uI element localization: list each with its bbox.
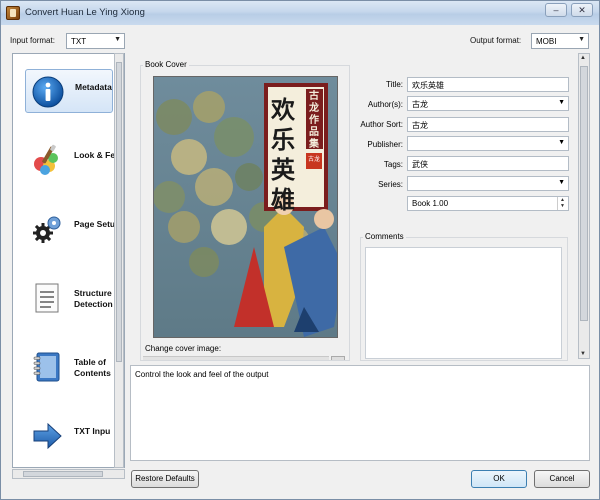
sidebar-item-label-line: Structure (74, 288, 112, 298)
sidebar-item-look-and-feel[interactable]: Look & Fe (25, 138, 116, 182)
author-sort-field[interactable]: 古龙 (407, 117, 569, 132)
title-value: 欢乐英雄 (412, 81, 444, 90)
authors-combo[interactable]: 古龙 ▼ (407, 96, 569, 111)
main-vertical-scrollbar[interactable]: ▲ ▼ (578, 53, 590, 359)
gear-icon (33, 216, 61, 243)
chevron-down-icon: ▼ (558, 99, 565, 106)
sidebar-item-label-line: Table of (74, 357, 106, 367)
series-combo[interactable]: ▼ (407, 176, 569, 191)
tags-label: Tags: (383, 160, 403, 169)
publisher-label: Publisher: (367, 140, 403, 149)
paint-brush-icon (34, 144, 58, 175)
book-cover-title: Book Cover (143, 60, 189, 69)
arrow-right-icon (33, 422, 62, 450)
output-format-label: Output format: (470, 36, 522, 45)
sidebar-horizontal-scrollbar[interactable] (12, 469, 125, 479)
convert-dialog: Convert Huan Le Ying Xiong – ✕ Input for… (0, 0, 600, 500)
close-button[interactable]: ✕ (571, 3, 593, 17)
authors-value: 古龙 (412, 100, 428, 109)
sidebar-item-page-setup[interactable]: Page Setup (25, 207, 120, 251)
sections-sidebar: Metadata Look & Fe Page Setup Structure … (12, 53, 125, 468)
calibre-app-icon (6, 6, 20, 20)
authors-label: Author(s): (367, 100, 403, 109)
scrollbar-thumb[interactable] (580, 66, 588, 321)
book-number-value: Book 1.00 (412, 199, 449, 208)
browse-cover-button[interactable] (331, 356, 345, 360)
comments-editor[interactable] (365, 247, 562, 359)
input-format-select[interactable]: TXT ▼ (66, 33, 125, 49)
spin-down-icon[interactable]: ▼ (560, 203, 565, 209)
sidebar-item-label-line: Detection (74, 299, 113, 309)
chevron-down-icon: ▼ (558, 179, 565, 186)
publisher-combo[interactable]: ▼ (407, 136, 569, 151)
book-number-spinbox[interactable]: Book 1.00 ▲ ▼ (407, 196, 569, 211)
input-format-value: TXT (71, 37, 87, 46)
sidebar-item-txt-input[interactable]: TXT Inpu (25, 414, 113, 458)
notebook-icon (33, 352, 60, 382)
tags-value: 武侠 (412, 160, 428, 169)
tags-field[interactable]: 武侠 (407, 156, 569, 171)
scrollbar-thumb[interactable] (23, 471, 103, 477)
cover-seal: 古龙 (307, 156, 320, 163)
author-sort-value: 古龙 (412, 121, 428, 130)
output-format-select[interactable]: MOBI ▼ (531, 33, 589, 49)
info-icon (32, 76, 64, 108)
sidebar-item-label-line: Contents (74, 368, 111, 378)
scroll-up-icon[interactable]: ▲ (580, 55, 586, 61)
sidebar-item-table-of-contents[interactable]: Table of Contents (25, 345, 113, 389)
help-text-area: Control the look and feel of the output (130, 365, 590, 461)
cover-book-title: 欢乐英雄 (271, 95, 295, 214)
sidebar-item-metadata[interactable]: Metadata (25, 69, 113, 113)
sidebar-item-label: Table of Contents (74, 357, 111, 379)
change-cover-label: Change cover image: (145, 344, 222, 353)
title-field[interactable]: 欢乐英雄 (407, 77, 569, 92)
sidebar-item-label: Metadata (75, 82, 112, 92)
document-icon (35, 283, 59, 313)
help-text: Control the look and feel of the output (135, 370, 269, 379)
sidebar-item-label: TXT Inpu (74, 426, 111, 436)
sidebar-item-label: Look & Fe (74, 150, 116, 160)
chevron-down-icon: ▼ (558, 139, 565, 146)
scroll-down-icon[interactable]: ▼ (580, 351, 586, 357)
book-cover-image[interactable]: 欢乐英雄 古龙作品集 古龙 (153, 76, 338, 338)
scrollbar-thumb[interactable] (116, 62, 122, 362)
cover-series-name: 古龙作品集 (309, 91, 319, 150)
sidebar-item-structure-detection[interactable]: Structure Detection (25, 276, 113, 320)
window-title: Convert Huan Le Ying Xiong (25, 7, 145, 18)
sidebar-item-label: Structure Detection (74, 288, 113, 310)
output-format-value: MOBI (536, 37, 557, 46)
cancel-button[interactable]: Cancel (534, 470, 590, 488)
input-format-label: Input format: (10, 36, 55, 45)
change-cover-input[interactable] (143, 356, 329, 360)
series-label: Series: (378, 180, 403, 189)
chevron-down-icon: ▼ (114, 36, 121, 43)
minimize-button[interactable]: – (545, 3, 567, 17)
sidebar-vertical-scrollbar[interactable] (114, 53, 124, 468)
chevron-down-icon: ▼ (578, 36, 585, 43)
spin-buttons[interactable]: ▲ ▼ (557, 197, 567, 210)
restore-defaults-button[interactable]: Restore Defaults (131, 470, 199, 488)
ok-button[interactable]: OK (471, 470, 527, 488)
author-sort-label: Author Sort: (360, 120, 403, 129)
comments-title: Comments (363, 232, 406, 241)
title-bar[interactable]: Convert Huan Le Ying Xiong – ✕ (1, 1, 599, 25)
title-label: Title: (385, 80, 403, 89)
